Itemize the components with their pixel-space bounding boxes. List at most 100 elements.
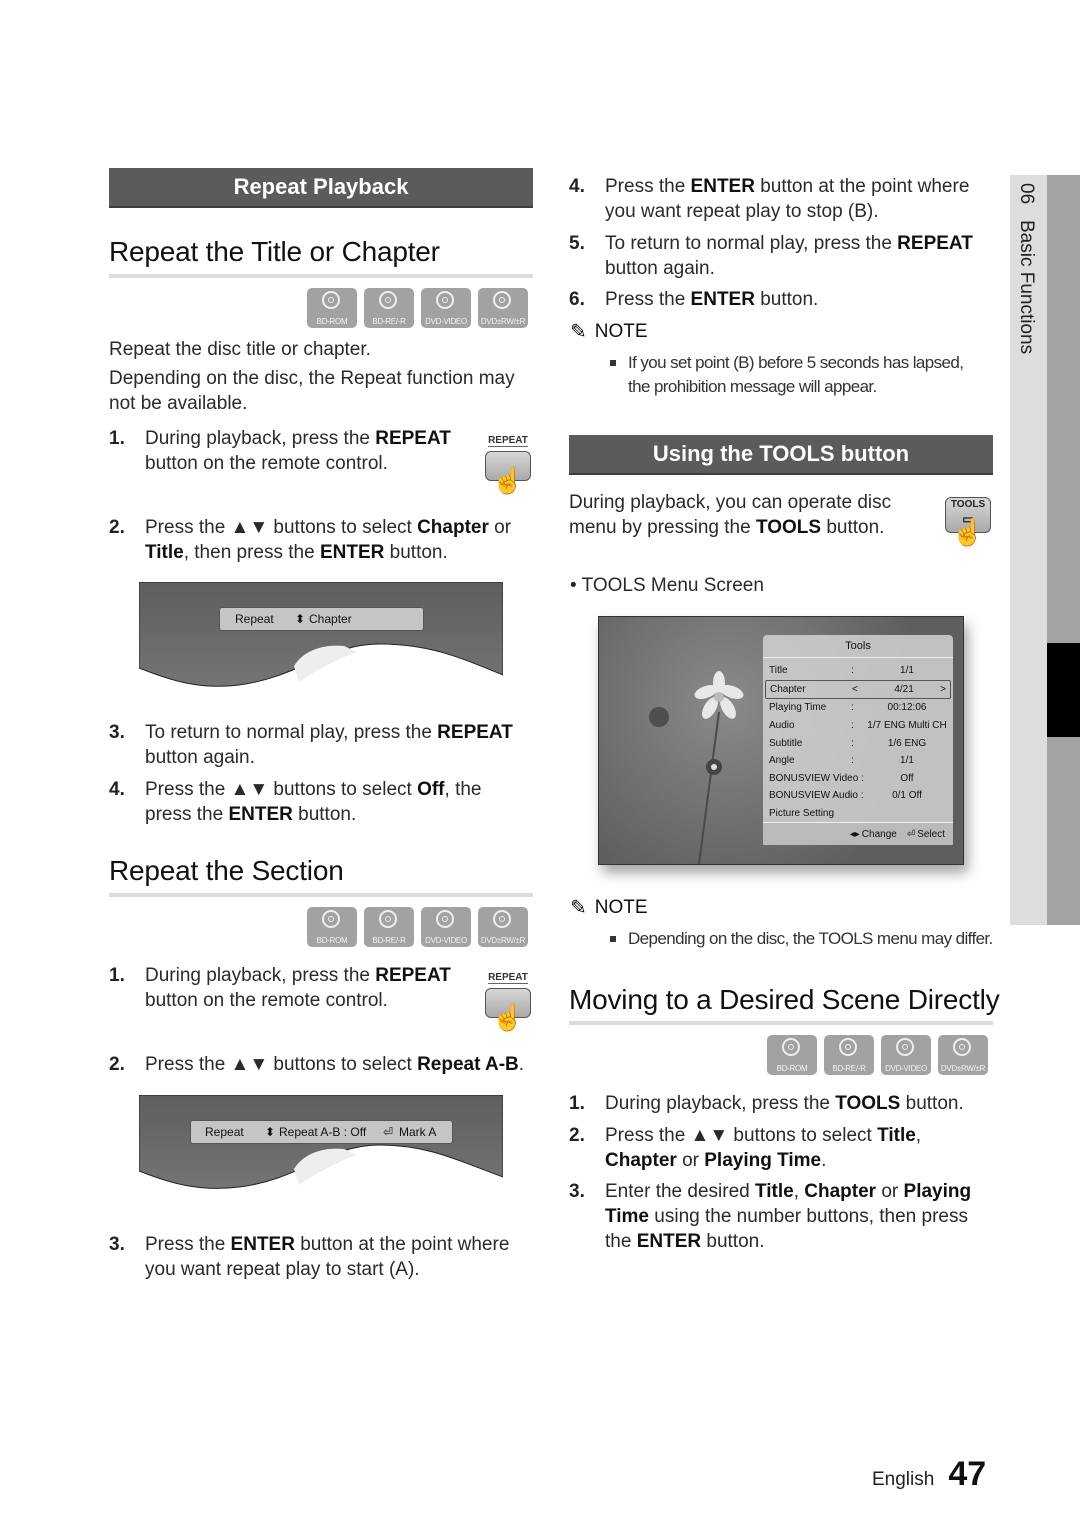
- enter-icon: ⏎: [906, 828, 916, 840]
- bold-term: ENTER: [636, 1231, 702, 1252]
- heading-moving-to-scene: Moving to a Desired Scene Directly: [569, 984, 1000, 1015]
- note-heading: ✎ NOTE: [570, 895, 648, 920]
- bold-term: REPEAT: [375, 965, 451, 986]
- tools-row-key: BONUSVIEW Audio :: [769, 790, 864, 802]
- note-text: Depending on the disc, the TOOLS menu ma…: [628, 929, 993, 948]
- step-text: During playback, press the REPEAT button…: [145, 965, 451, 1011]
- disc-type-badge: DVD-VIDEO: [421, 288, 471, 328]
- step-item: 3. Enter the desired Title, Chapter or Pl…: [569, 1179, 993, 1254]
- repeat-chapter-osd-screenshot: Repeat ⬍ Chapter: [139, 582, 503, 697]
- updown-arrow-icon: ⬍: [295, 612, 306, 626]
- disc-type-label: DVD±RW/±R: [940, 1064, 986, 1073]
- page-footer: English 47: [872, 1455, 986, 1494]
- bold-term: ENTER: [228, 804, 293, 825]
- tools-menu-row[interactable]: Chapter <4/21 >: [765, 679, 951, 700]
- chapter-side-tab: 06 Basic Functions: [1010, 175, 1047, 925]
- tools-row-key: Audio: [769, 720, 795, 732]
- remote-button-label: REPEAT: [488, 972, 528, 984]
- step-number: 4.: [569, 176, 585, 197]
- step-number: 2.: [569, 1125, 585, 1146]
- heading-rule: [569, 1021, 993, 1025]
- tools-row-key: Subtitle: [769, 737, 803, 749]
- tools-intro-text: During playback, you can operate disc me…: [569, 492, 892, 538]
- note-label: NOTE: [594, 896, 648, 918]
- bold-term: REPEAT: [375, 428, 451, 449]
- updown-arrow-icon: ⬍: [265, 1125, 276, 1139]
- step-text: Press the ENTER button.: [605, 289, 819, 310]
- bold-term: Title: [145, 542, 184, 563]
- disc-type-label: DVD-VIDEO: [425, 317, 467, 326]
- step-number: 1.: [569, 1093, 585, 1114]
- remote-repeat-button-illustration: REPEAT ☝: [482, 430, 534, 495]
- step-number: 5.: [569, 233, 585, 254]
- tools-menu-row[interactable]: Title: 1/1: [763, 662, 953, 680]
- bold-term: Chapter: [417, 517, 489, 538]
- tools-row-separator: :: [851, 702, 854, 714]
- disc-type-badge: BD-RE/-R: [364, 288, 414, 328]
- repeat-ab-osd-screenshot: Repeat ⬍ Repeat A-B : Off ⏎ Mark A: [139, 1095, 503, 1210]
- tools-menu-row[interactable]: Audio: 1/7 ENG Multi CH: [763, 717, 953, 735]
- disc-type-icons: BD-ROM BD-RE/-R DVD-VIDEO DVD±RW/±R: [307, 907, 528, 947]
- bold-term: Playing Time: [704, 1150, 822, 1171]
- pointing-hand-icon: ☝: [491, 465, 525, 495]
- tools-row-value: 1/1: [900, 665, 914, 677]
- tools-menu-footer: ◂▸ Change ⏎ Select: [763, 822, 953, 845]
- bold-term: Title: [877, 1125, 916, 1146]
- disc-type-icons: BD-ROM BD-RE/-R DVD-VIDEO DVD±RW/±R: [767, 1035, 988, 1075]
- tools-row-value: 00:12:06: [887, 702, 927, 714]
- chevron-right-icon[interactable]: >: [940, 684, 946, 695]
- step-number: 3.: [109, 1234, 125, 1255]
- step-text: Enter the desired Title, Chapter or Play…: [605, 1181, 972, 1252]
- disc-icon: [436, 291, 454, 309]
- chapter-index-strip: [1047, 175, 1080, 925]
- note-label: NOTE: [594, 320, 648, 342]
- tools-menu-row[interactable]: Subtitle: 1/6 ENG: [763, 734, 953, 752]
- step-item: 2. Press the ▲▼ buttons to select Title, …: [569, 1123, 993, 1173]
- disc-type-badge: BD-ROM: [307, 288, 357, 328]
- osd-value: Repeat A-B : Off: [279, 1125, 367, 1139]
- disc-type-badge: BD-RE/-R: [364, 907, 414, 947]
- step-number: 3.: [109, 722, 125, 743]
- bullet-square-icon: [610, 360, 616, 366]
- tools-menu-panel: Tools Title: 1/1 Chapter <4/21 > Playing Time…: [763, 635, 953, 845]
- step-item: 4. Press the ENTER button at the point wh…: [569, 174, 993, 224]
- disc-type-badge: DVD-VIDEO: [421, 907, 471, 947]
- disc-type-label: BD-ROM: [316, 317, 348, 326]
- disc-icon: [782, 1038, 800, 1056]
- step-item: 4. Press the ▲▼ buttons to select Off, th…: [109, 777, 533, 827]
- disc-type-badge: BD-ROM: [767, 1035, 817, 1075]
- heading-repeat-section: Repeat the Section: [109, 855, 344, 886]
- tools-menu-row[interactable]: BONUSVIEW Video : Off: [763, 770, 953, 788]
- tools-row-key: BONUSVIEW Video :: [769, 772, 864, 784]
- osd-label: Repeat: [235, 612, 274, 626]
- tools-row-key: Picture Setting: [769, 808, 835, 820]
- step-item: 5. To return to normal play, press the RE…: [569, 231, 993, 281]
- note-item: If you set point (B) before 5 seconds ha…: [610, 351, 988, 399]
- left-right-arrows-icon: ◂▸: [849, 828, 860, 840]
- disc-icon: [493, 910, 511, 928]
- osd-label: Repeat: [205, 1125, 244, 1139]
- remote-repeat-button-illustration: REPEAT ☝: [482, 967, 534, 1030]
- step-item: 1. During playback, press the REPEAT butt…: [109, 426, 469, 476]
- disc-type-icons: BD-ROM BD-RE/-R DVD-VIDEO DVD±RW/±R: [307, 288, 528, 328]
- tools-menu-row[interactable]: BONUSVIEW Audio : 0/1 Off: [763, 787, 953, 805]
- step-text: To return to normal play, press the REPE…: [145, 722, 513, 768]
- chapter-tab-text: 06 Basic Functions: [1015, 183, 1037, 354]
- tools-menu-row[interactable]: Picture Setting: [763, 805, 953, 823]
- heading-rule: [109, 274, 533, 278]
- chapter-number: 06: [1016, 183, 1037, 205]
- step-item: 6. Press the ENTER button.: [569, 287, 993, 312]
- disc-type-label: BD-RE/-R: [372, 936, 406, 945]
- banner-title: Using the TOOLS button: [652, 441, 910, 466]
- disc-type-label: BD-RE/-R: [832, 1064, 866, 1073]
- tools-menu-row[interactable]: Playing Time: 00:12:06: [763, 699, 953, 717]
- intro-text: Repeat the disc title or chapter.: [109, 339, 371, 360]
- osd-value: Chapter: [309, 612, 352, 626]
- step-text: To return to normal play, press the REPE…: [605, 233, 973, 279]
- disc-icon: [839, 1038, 857, 1056]
- step-number: 1.: [109, 428, 125, 449]
- bold-term: Repeat A-B: [417, 1054, 519, 1075]
- tools-menu-row[interactable]: Angle: 1/1: [763, 752, 953, 770]
- step-number: 2.: [109, 517, 125, 538]
- step-item: 1. During playback, press the TOOLS butto…: [569, 1091, 993, 1116]
